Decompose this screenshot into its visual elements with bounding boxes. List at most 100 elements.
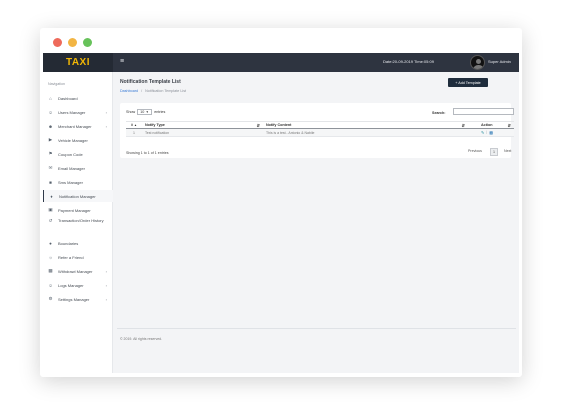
avatar-body-shape — [473, 65, 484, 69]
sidebar-item-vehicle-manager[interactable]: ▶ Vehicle Manager — [43, 134, 113, 146]
pagination: Previous 1 Next — [468, 148, 511, 156]
vehicle-icon: ▶ — [48, 137, 53, 142]
chevron-right-icon: › — [105, 296, 107, 302]
action-divider: | — [486, 130, 488, 134]
search-label: Search: — [432, 111, 446, 115]
sidebar-item-label: Payment Manager — [58, 207, 91, 213]
page-title: Notification Template List — [120, 79, 181, 85]
close-window-dot[interactable] — [53, 38, 62, 47]
chevron-down-icon: ▾ — [146, 110, 149, 114]
sidebar-item-users-manager[interactable]: ☺ Users Manager › — [43, 106, 113, 118]
chevron-right-icon: › — [105, 123, 107, 129]
merchant-icon: ☻ — [48, 123, 53, 129]
window-controls — [53, 38, 92, 47]
sidebar-item-boundaries[interactable]: ● Boundaries — [43, 237, 113, 249]
user-icon: ☺ — [48, 109, 53, 115]
sidebar-item-coupon-code[interactable]: ⚑ Coupon Code — [43, 148, 113, 160]
avatar-head-shape — [476, 59, 481, 64]
previous-page-button[interactable]: Previous — [468, 149, 482, 153]
trash-icon[interactable]: ▩ — [489, 130, 493, 135]
avatar[interactable] — [470, 55, 485, 70]
top-bar: TAXI ≡ Date:20-09-2019 Time:05:09 Super … — [43, 53, 519, 72]
sidebar-item-payment-manager[interactable]: ▣ Payment Manager — [43, 204, 113, 216]
header-number[interactable]: # ▲ — [126, 122, 142, 128]
gear-icon: ⚙ — [48, 296, 53, 301]
entries-control: Show 10 ▾ entries — [126, 109, 165, 115]
sidebar: Navigation ⌂ Dashboard ☺ Users Manager ›… — [43, 72, 113, 373]
breadcrumb-dashboard-link[interactable]: Dashboard — [120, 89, 138, 93]
sidebar-item-label: Users Manager — [58, 109, 86, 115]
sidebar-item-email-manager[interactable]: ✉ Email Manager — [43, 162, 113, 174]
page-1-button[interactable]: 1 — [490, 148, 498, 156]
hamburger-icon[interactable]: ≡ — [120, 57, 124, 67]
chevron-right-icon: › — [105, 268, 107, 274]
email-icon: ✉ — [48, 165, 53, 170]
chevron-right-icon: › — [105, 282, 107, 288]
template-list-card: Show 10 ▾ entries Search: # ▲ Notify Typ… — [120, 103, 514, 158]
templates-table: # ▲ Notify Type ⇵ Notify Content ⇵ Actio… — [126, 121, 514, 137]
sidebar-item-label: Transaction/Order History — [58, 218, 104, 223]
tag-icon: ⚑ — [48, 151, 53, 156]
handshake-icon: ☼ — [48, 254, 53, 260]
sidebar-item-label: Dashboard — [58, 95, 78, 101]
row-notify-content: This is a test.. Antonio & Nabile — [266, 130, 315, 135]
edit-icon[interactable]: ✎ — [481, 130, 484, 135]
sidebar-item-settings-manager[interactable]: ⚙ Settings Manager › — [43, 293, 113, 305]
breadcrumb-separator: / — [141, 89, 143, 93]
map-pin-icon: ● — [49, 240, 52, 246]
sidebar-item-refer-friend[interactable]: ☼ Refer a Friend — [43, 251, 113, 263]
datetime-display: Date:20-09-2019 Time:05:09 — [383, 59, 434, 64]
sidebar-item-logs-manager[interactable]: ☺ Logs Manager › — [43, 279, 113, 291]
search-input[interactable] — [453, 108, 514, 115]
action-icons: ✎ | ▩ — [471, 130, 493, 135]
show-label: Show — [126, 110, 136, 114]
sidebar-item-label: Coupon Code — [58, 151, 83, 157]
table-row[interactable]: 1 Test notification This is a test.. Ant… — [126, 129, 514, 137]
sidebar-item-dashboard[interactable]: ⌂ Dashboard — [43, 92, 113, 104]
next-page-button[interactable]: Next — [504, 149, 511, 153]
row-number: 1 — [133, 130, 135, 135]
header-action[interactable]: Action ⇵ — [468, 122, 514, 128]
footer-copyright: © 2019. All rights reserved. — [120, 337, 163, 341]
sort-icon: ⇵ — [461, 122, 465, 128]
sidebar-item-label: Notification Manager — [59, 193, 96, 199]
payment-icon: ▣ — [48, 207, 53, 212]
sms-icon: ■ — [49, 179, 52, 185]
sort-asc-icon: ▲ — [134, 123, 138, 127]
sort-icon: ⇵ — [507, 122, 511, 128]
header-notify-content[interactable]: Notify Content ⇵ — [263, 122, 468, 128]
minimize-window-dot[interactable] — [68, 38, 77, 47]
add-template-button[interactable]: + Add Template — [448, 78, 488, 87]
sidebar-item-sms-manager[interactable]: ■ Sms Manager — [43, 176, 113, 188]
sidebar-item-label: Merchant Manager — [58, 123, 92, 129]
sidebar-item-notification-manager[interactable]: ♦ Notification Manager — [43, 190, 113, 202]
sidebar-item-merchant-manager[interactable]: ☻ Merchant Manager › — [43, 120, 113, 132]
header-notify-type-label: Notify Type — [145, 123, 165, 127]
sidebar-item-label: Email Manager — [58, 165, 85, 171]
nav-heading: Navigation — [48, 82, 65, 86]
entries-select[interactable]: 10 ▾ — [137, 109, 153, 115]
bell-icon: ♦ — [50, 193, 53, 199]
sidebar-item-transaction-history[interactable]: ↺ Transaction/Order History — [43, 218, 113, 232]
username[interactable]: Super Admin — [488, 59, 511, 64]
sidebar-item-label: Settings Manager — [58, 296, 90, 302]
header-action-label: Action — [481, 123, 493, 127]
sidebar-item-label: Refer a Friend — [58, 254, 84, 260]
sort-icon: ⇵ — [256, 122, 260, 128]
entries-label: entries — [154, 110, 166, 114]
row-actions: ✎ | ▩ — [468, 129, 514, 136]
sidebar-item-withdrawl-manager[interactable]: ▩ Withdrawl Manager › — [43, 265, 113, 277]
footer-divider — [117, 328, 516, 329]
logs-icon: ☺ — [48, 282, 53, 288]
row-notify-type: Test notification — [145, 130, 170, 135]
sidebar-item-label: Boundaries — [58, 240, 79, 246]
wallet-icon: ▩ — [48, 268, 53, 273]
breadcrumb-current: Notification Template List — [145, 89, 187, 93]
header-notify-content-label: Notify Content — [266, 123, 292, 127]
table-header-row: # ▲ Notify Type ⇵ Notify Content ⇵ Actio… — [126, 121, 514, 129]
sidebar-item-label: Sms Manager — [58, 179, 83, 185]
header-notify-type[interactable]: Notify Type ⇵ — [142, 122, 263, 128]
breadcrumb: Dashboard / Notification Template List — [120, 89, 186, 93]
maximize-window-dot[interactable] — [83, 38, 92, 47]
app-logo[interactable]: TAXI — [43, 53, 113, 72]
